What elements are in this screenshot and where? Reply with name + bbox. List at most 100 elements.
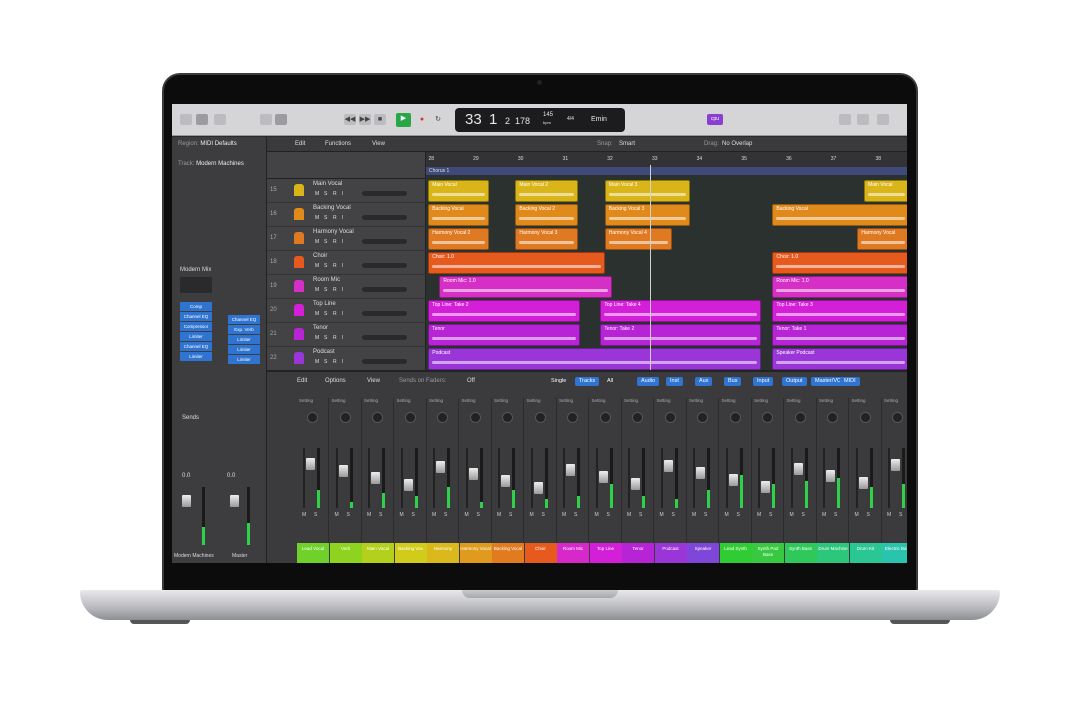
type-filter[interactable]: Aux: [695, 377, 713, 386]
setting-button[interactable]: Setting: [884, 398, 898, 403]
cycle-icon[interactable]: ↻: [432, 114, 444, 125]
pan-knob[interactable]: [827, 412, 838, 423]
setting-button[interactable]: Setting: [657, 398, 671, 403]
track-name[interactable]: Podcast: [313, 349, 335, 355]
stop-icon[interactable]: ■: [374, 114, 386, 125]
setting-button[interactable]: Setting: [624, 398, 638, 403]
track-header[interactable]: 16 Backing Vocal M S R I: [267, 203, 426, 227]
playhead[interactable]: [649, 165, 651, 370]
pan-knob[interactable]: [794, 412, 806, 423]
pan-knob[interactable]: [599, 412, 611, 423]
plugin-slot[interactable]: Limiter: [228, 355, 260, 364]
channel-s-button[interactable]: S: [737, 512, 740, 518]
mixer-options-menu[interactable]: Options: [325, 378, 346, 384]
channel-s-button[interactable]: S: [314, 512, 317, 518]
region[interactable]: Room Mic: 1.0: [439, 276, 612, 298]
region[interactable]: Top Line: Take 4: [600, 300, 762, 322]
channel-name[interactable]: Room Mic: [557, 543, 589, 563]
channel-m-button[interactable]: M: [887, 512, 891, 518]
fader-cap[interactable]: [468, 468, 478, 480]
view-menu[interactable]: View: [372, 141, 385, 147]
channel-name[interactable]: Top Line: [589, 543, 622, 563]
channel-s-button[interactable]: S: [639, 512, 642, 518]
region[interactable]: Harmony Vocal 3: [515, 228, 578, 250]
setting-button[interactable]: Setting: [722, 398, 736, 403]
track-r-button[interactable]: R: [333, 239, 337, 245]
type-filter[interactable]: Output: [782, 377, 807, 386]
fader-right[interactable]: [230, 495, 239, 507]
channel-m-button[interactable]: M: [627, 512, 631, 518]
channel-name[interactable]: Speaker: [687, 543, 719, 563]
pan-knob[interactable]: [664, 412, 676, 423]
drag-select[interactable]: No Overlap: [722, 141, 752, 147]
region[interactable]: Speaker Podcast: [772, 348, 907, 370]
pan-knob[interactable]: [859, 412, 871, 423]
track-m-button[interactable]: M: [315, 287, 319, 293]
channel-m-button[interactable]: M: [465, 512, 469, 518]
channel-m-button[interactable]: M: [302, 512, 306, 518]
channel-s-button[interactable]: S: [509, 512, 512, 518]
channel-s-button[interactable]: S: [379, 512, 382, 518]
track-s-button[interactable]: S: [324, 359, 327, 365]
plugin-slot[interactable]: Exp. Verb: [228, 325, 260, 334]
region-value[interactable]: MIDI Defaults: [200, 141, 236, 147]
region[interactable]: Tenor: Take 2: [600, 324, 762, 346]
mixer-view-menu[interactable]: View: [367, 378, 380, 384]
plugin-slot[interactable]: Channel EQ: [180, 312, 212, 321]
channel-m-button[interactable]: M: [400, 512, 404, 518]
setting-button[interactable]: Setting: [397, 398, 411, 403]
fader-cap[interactable]: [501, 475, 510, 487]
plugin-slot[interactable]: Limiter: [228, 335, 260, 344]
fader-cap[interactable]: [858, 477, 868, 489]
plugin-slot[interactable]: Channel EQ: [180, 342, 212, 351]
track-m-button[interactable]: M: [315, 239, 319, 245]
rewind-icon[interactable]: ◀◀: [344, 114, 356, 125]
channel-s-button[interactable]: S: [412, 512, 415, 518]
channel-name[interactable]: Backing Vocal: [492, 543, 524, 563]
region[interactable]: Choir: 1.0: [428, 252, 605, 274]
setting-button[interactable]: Setting: [787, 398, 801, 403]
channel-s-button[interactable]: S: [672, 512, 675, 518]
channel-m-button[interactable]: M: [595, 512, 599, 518]
track-r-button[interactable]: R: [333, 335, 337, 341]
track-s-button[interactable]: S: [324, 335, 327, 341]
fast-forward-icon[interactable]: ▶▶: [359, 114, 371, 125]
fader-cap[interactable]: [793, 463, 803, 475]
edit-menu[interactable]: Edit: [295, 141, 305, 147]
pan-knob[interactable]: [632, 412, 643, 423]
channel-m-button[interactable]: M: [562, 512, 566, 518]
fader-cap[interactable]: [663, 460, 673, 472]
setting-button[interactable]: Setting: [527, 398, 541, 403]
fader-cap[interactable]: [826, 470, 835, 482]
lcd-display[interactable]: 33 1 2 178 145 bpm 4/4 Emin: [455, 108, 625, 132]
mixer-button[interactable]: [275, 114, 287, 125]
channel-name[interactable]: Synth Pad Bass: [752, 543, 784, 563]
setting-button[interactable]: Setting: [332, 398, 346, 403]
fader-left[interactable]: [182, 495, 191, 507]
volume-slider[interactable]: [362, 215, 407, 220]
region[interactable]: Main Vocal 2: [515, 180, 578, 202]
region[interactable]: Main Vocal 3: [604, 180, 690, 202]
marker-lane[interactable]: Chorus 1: [426, 167, 907, 175]
region[interactable]: Backing Vocal: [428, 204, 489, 226]
channel-name[interactable]: Electric Bass: [882, 543, 907, 563]
type-filter[interactable]: Audio: [637, 377, 660, 386]
volume-slider[interactable]: [362, 311, 407, 316]
plugin-slot[interactable]: Limiter: [180, 332, 212, 341]
channel-s-button[interactable]: S: [834, 512, 837, 518]
channel-name[interactable]: Drum Kit: [849, 543, 882, 563]
channel-s-button[interactable]: S: [477, 512, 480, 518]
fader-cap[interactable]: [533, 482, 543, 494]
track-i-button[interactable]: I: [342, 287, 343, 293]
track-r-button[interactable]: R: [333, 287, 337, 293]
track-m-button[interactable]: M: [315, 215, 319, 221]
filter-tracks[interactable]: Tracks: [575, 377, 600, 386]
channel-m-button[interactable]: M: [822, 512, 826, 518]
channel-s-button[interactable]: S: [867, 512, 870, 518]
notepad-button[interactable]: [857, 114, 869, 125]
track-name[interactable]: Top Line: [313, 301, 336, 307]
setting-button[interactable]: Setting: [494, 398, 508, 403]
region[interactable]: Harmony Vocal: [857, 228, 907, 250]
plugin-slot[interactable]: Comp: [180, 302, 212, 311]
setting-button[interactable]: Setting: [429, 398, 443, 403]
